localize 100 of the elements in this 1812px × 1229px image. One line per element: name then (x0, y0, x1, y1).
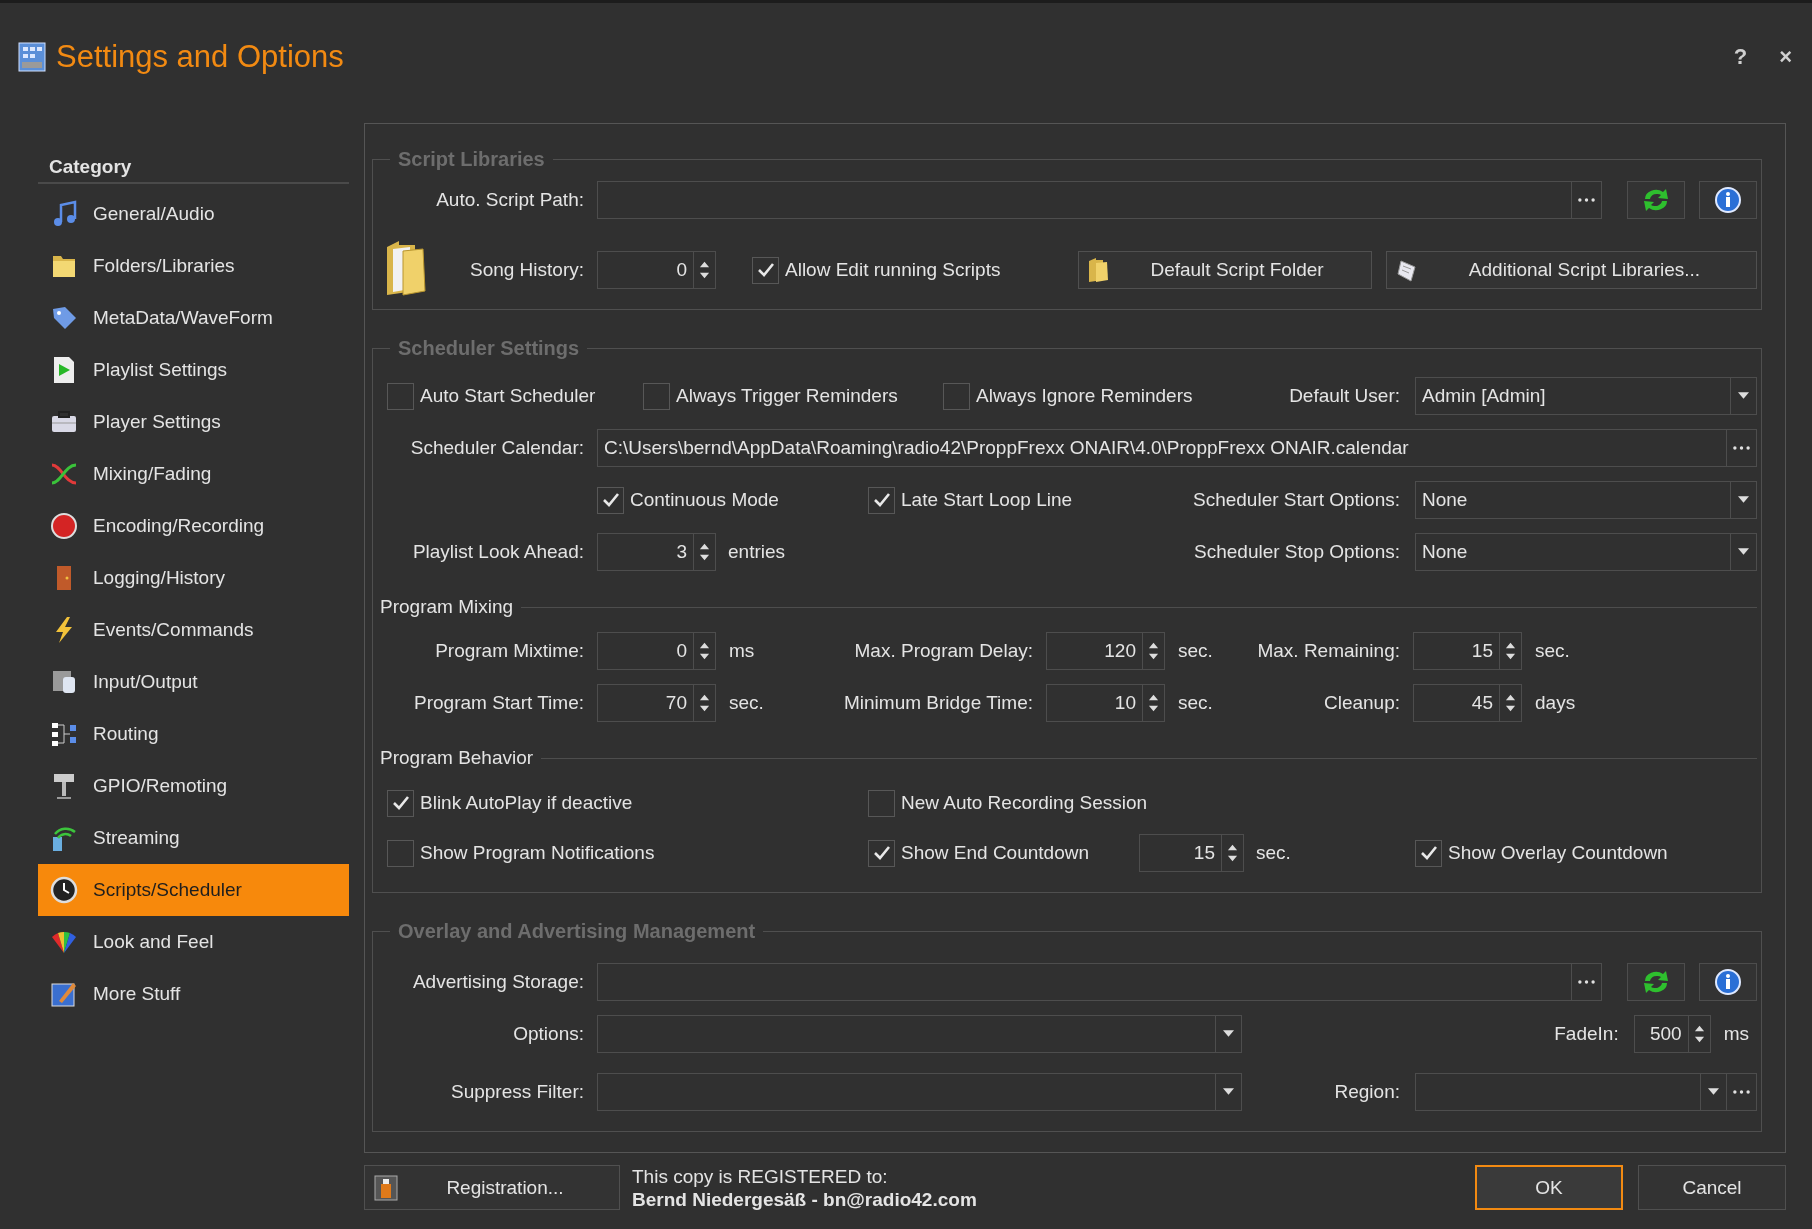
unit-label: days (1535, 692, 1577, 714)
dropdown-field[interactable]: Admin [Admin] (1415, 377, 1757, 415)
registration-text: This copy is REGISTERED to: (632, 1164, 889, 1188)
spin-box[interactable]: 120 (1046, 632, 1165, 670)
dialog-button[interactable]: OK (1475, 1165, 1623, 1210)
spin-box[interactable]: 45 (1413, 684, 1522, 722)
group-title: Overlay and Advertising Management (397, 920, 757, 943)
dropdown-field[interactable] (597, 1015, 1242, 1053)
folder-icon (1087, 257, 1111, 283)
unit-label: sec. (1535, 640, 1571, 662)
field-label: Cleanup: (1322, 692, 1400, 714)
sidebar-item[interactable]: Scripts/Scheduler (38, 864, 349, 916)
field-label: Max. Program Delay: (853, 640, 1033, 662)
path-field[interactable] (597, 181, 1602, 219)
clock-icon (49, 875, 79, 905)
spin-box[interactable]: 3 (597, 533, 716, 571)
sidebar-item[interactable]: General/Audio (38, 188, 349, 240)
record-icon (49, 511, 79, 541)
dropdown-field[interactable]: None (1415, 533, 1757, 571)
checkbox[interactable] (643, 382, 670, 410)
owner-text: Bernd Niedergesäß - bn@radio42.com (632, 1187, 977, 1211)
sidebar-item[interactable]: More Stuff (38, 968, 349, 1020)
dropdown-field[interactable]: None (1415, 481, 1757, 519)
dialog-button[interactable]: Cancel (1638, 1165, 1786, 1210)
section-title: Program Mixing (380, 596, 514, 618)
section-title: Program Behavior (380, 747, 534, 769)
checkbox[interactable] (387, 839, 414, 867)
unit-label: sec. (1256, 842, 1291, 864)
sidebar-item[interactable]: Look and Feel (38, 916, 349, 968)
info-icon (1714, 968, 1742, 996)
field-label: Song History: (469, 259, 584, 281)
sidebar-item[interactable]: Playlist Settings (38, 344, 349, 396)
sidebar-item[interactable]: Logging/History (38, 552, 349, 604)
sidebar-item[interactable]: Encoding/Recording (38, 500, 349, 552)
checkbox-label[interactable]: Show Program Notifications (420, 842, 655, 864)
field-label: FadeIn: (1554, 1023, 1619, 1045)
field-label: Default User: (1289, 385, 1400, 407)
spin-box[interactable]: 500 (1633, 1015, 1711, 1053)
info-button[interactable] (1699, 963, 1757, 1001)
field-label: Options: (512, 1023, 584, 1045)
info-button[interactable] (1699, 181, 1757, 219)
checkbox-label[interactable]: Blink AutoPlay if deactive (420, 792, 633, 814)
spin-box[interactable]: 15 (1413, 632, 1522, 670)
checkbox-label[interactable]: Show Overlay Countdown (1448, 842, 1668, 864)
sidebar-heading: Category (48, 155, 133, 179)
unit-label: ms (729, 640, 756, 662)
unit-label: entries (728, 541, 786, 563)
checkbox-label[interactable]: Late Start Loop Line (901, 489, 1073, 511)
spin-box[interactable]: 0 (597, 632, 716, 670)
path-field[interactable] (597, 963, 1602, 1001)
spin-box[interactable]: 0 (597, 251, 716, 289)
dropdown-field[interactable] (597, 1073, 1242, 1111)
bottle-icon (373, 1172, 399, 1203)
sidebar-item[interactable]: Folders/Libraries (38, 240, 349, 292)
field-label: Program Mixtime: (434, 640, 584, 662)
field-label: Playlist Look Ahead: (411, 541, 584, 563)
close-button[interactable]: × (1775, 43, 1796, 70)
refresh-button[interactable] (1627, 181, 1685, 219)
checkbox-label[interactable]: Always Trigger Reminders (676, 385, 898, 407)
field-label: Scheduler Calendar: (409, 437, 584, 459)
field-label: Region: (1334, 1081, 1400, 1103)
sidebar-item[interactable]: MetaData/WaveForm (38, 292, 349, 344)
registration-button[interactable]: Registration... (364, 1165, 620, 1210)
checkbox-label[interactable]: Always Ignore Reminders (976, 385, 1193, 407)
checkbox-label[interactable]: Auto Start Scheduler (420, 385, 596, 407)
button[interactable]: Default Script Folder (1078, 251, 1372, 289)
sidebar-item[interactable]: Player Settings (38, 396, 349, 448)
checkbox-label[interactable]: Allow Edit running Scripts (785, 259, 1001, 281)
sidebar-item[interactable]: Events/Commands (38, 604, 349, 656)
unit-label: sec. (729, 692, 765, 714)
app-icon (18, 41, 46, 72)
field-label: Minimum Bridge Time: (843, 692, 1033, 714)
sidebar-item[interactable]: Streaming (38, 812, 349, 864)
path-field[interactable]: C:\Users\bernd\AppData\Roaming\radio42\ProppFrexx ONAIR\4.0\ProppFrexx ONAIR.calendar (597, 429, 1757, 467)
checkbox-label[interactable]: Show End Countdown (901, 842, 1089, 864)
help-button[interactable]: ? (1729, 43, 1752, 70)
checkbox[interactable] (943, 382, 970, 410)
checkbox[interactable] (387, 382, 414, 410)
checkbox-label[interactable]: Continuous Mode (630, 489, 779, 511)
field-label: Program Start Time: (413, 692, 584, 714)
sidebar-item[interactable]: Input/Output (38, 656, 349, 708)
refresh-icon (1641, 187, 1671, 213)
checkbox[interactable] (868, 789, 895, 817)
spin-box[interactable]: 10 (1046, 684, 1165, 722)
button[interactable]: Additional Script Libraries... (1386, 251, 1757, 289)
spin-box[interactable]: 15 (1139, 834, 1244, 872)
field-label: Auto. Script Path: (435, 189, 584, 211)
spin-box[interactable]: 70 (597, 684, 716, 722)
sidebar-item[interactable]: GPIO/Remoting (38, 760, 349, 812)
field-label: Scheduler Stop Options: (1194, 541, 1400, 563)
group-title: Scheduler Settings (397, 337, 581, 360)
checkbox-label[interactable]: New Auto Recording Session (901, 792, 1148, 814)
dropdown-field[interactable] (1415, 1073, 1757, 1111)
sidebar-item[interactable]: Mixing/Fading (38, 448, 349, 500)
sidebar-item[interactable]: Routing (38, 708, 349, 760)
window-title: Settings and Options (56, 38, 345, 75)
field-label: Max. Remaining: (1256, 640, 1400, 662)
refresh-icon (1641, 969, 1671, 995)
field-label: Scheduler Start Options: (1193, 489, 1400, 511)
refresh-button[interactable] (1627, 963, 1685, 1001)
